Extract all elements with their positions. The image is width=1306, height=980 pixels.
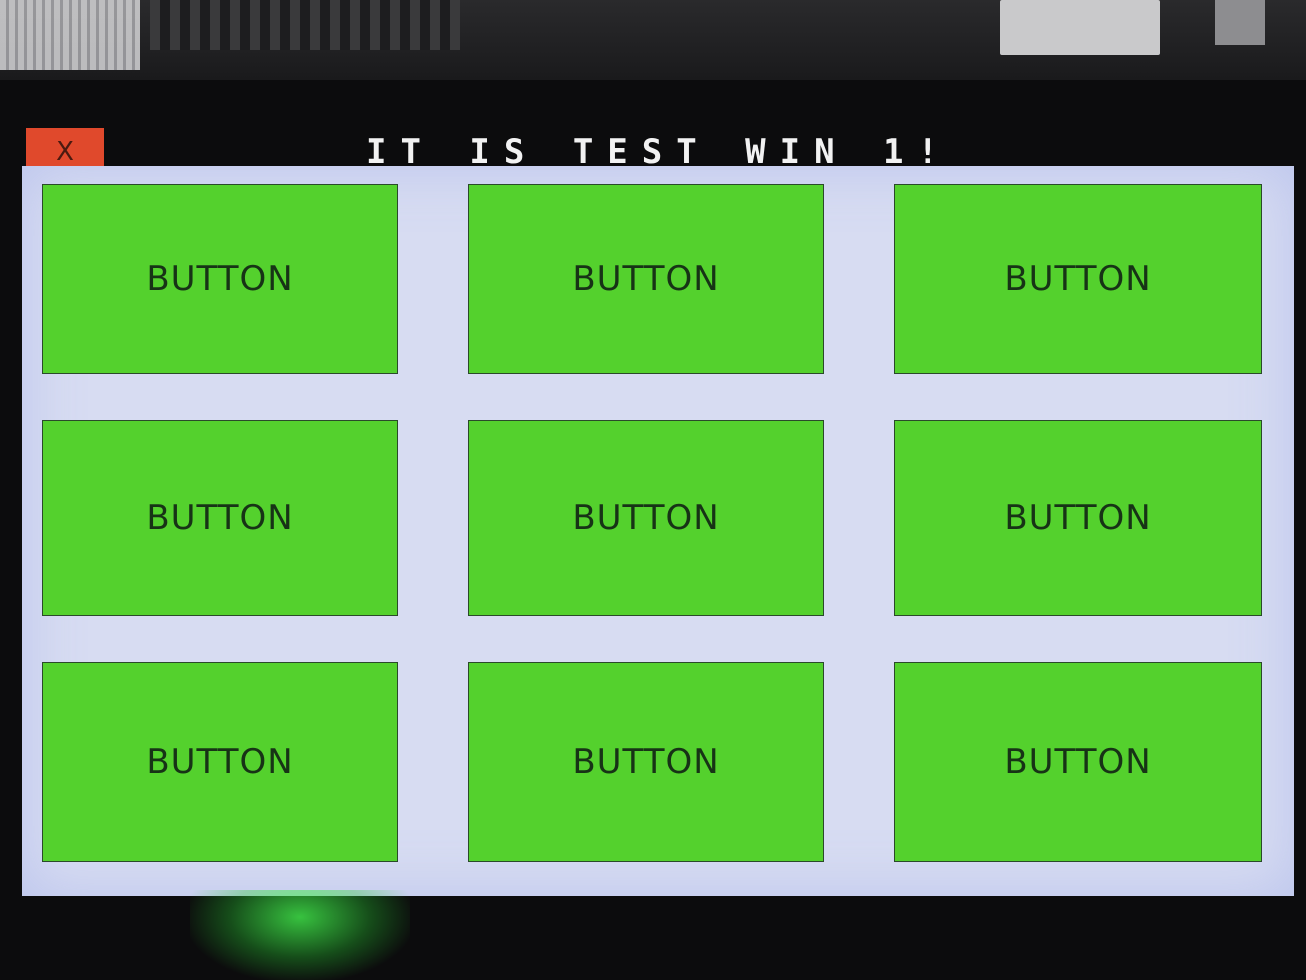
button-7-label: BUTTON bbox=[146, 742, 294, 782]
button-grid: BUTTON BUTTON BUTTON BUTTON BUTTON BUTTO… bbox=[42, 184, 1282, 884]
button-4[interactable]: BUTTON bbox=[42, 420, 398, 616]
usb-connector bbox=[1215, 0, 1265, 45]
button-8-label: BUTTON bbox=[572, 742, 720, 782]
button-6[interactable]: BUTTON bbox=[894, 420, 1262, 616]
button-1-label: BUTTON bbox=[146, 259, 294, 299]
button-3[interactable]: BUTTON bbox=[894, 184, 1262, 374]
button-4-label: BUTTON bbox=[146, 498, 294, 538]
button-7[interactable]: BUTTON bbox=[42, 662, 398, 862]
header-pins bbox=[150, 0, 460, 50]
button-5[interactable]: BUTTON bbox=[468, 420, 824, 616]
button-3-label: BUTTON bbox=[1004, 259, 1152, 299]
button-8[interactable]: BUTTON bbox=[468, 662, 824, 862]
led-glow bbox=[190, 890, 410, 980]
button-2[interactable]: BUTTON bbox=[468, 184, 824, 374]
board-chip bbox=[1000, 0, 1160, 55]
dev-board-edge bbox=[0, 0, 1306, 80]
button-9[interactable]: BUTTON bbox=[894, 662, 1262, 862]
button-9-label: BUTTON bbox=[1004, 742, 1152, 782]
button-1[interactable]: BUTTON bbox=[42, 184, 398, 374]
button-2-label: BUTTON bbox=[572, 259, 720, 299]
window-client-area: BUTTON BUTTON BUTTON BUTTON BUTTON BUTTO… bbox=[22, 166, 1294, 896]
button-6-label: BUTTON bbox=[1004, 498, 1152, 538]
ribbon-cable bbox=[0, 0, 140, 70]
lcd-screen: IT IS TEST WIN 1! X BUTTON BUTTON BUTTON… bbox=[0, 80, 1306, 980]
button-5-label: BUTTON bbox=[572, 498, 720, 538]
photo-scene: IT IS TEST WIN 1! X BUTTON BUTTON BUTTON… bbox=[0, 0, 1306, 980]
